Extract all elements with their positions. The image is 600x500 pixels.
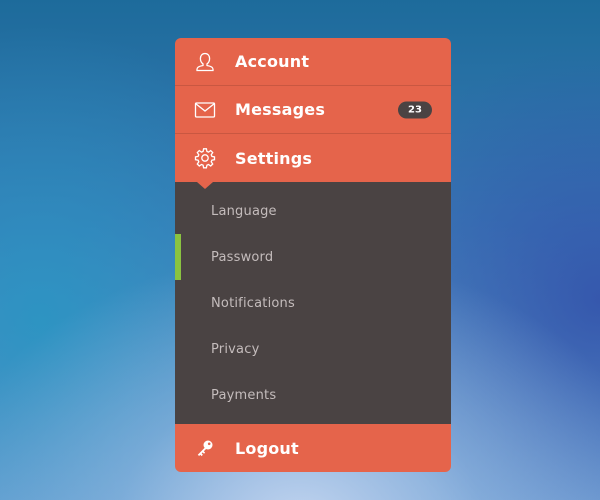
menu-item-messages[interactable]: Messages 23	[175, 86, 451, 134]
settings-label: Settings	[235, 148, 313, 168]
password-label: Password	[211, 249, 274, 265]
messages-count-badge: 23	[398, 101, 432, 118]
navigation-menu: Account Messages 23 Settings Language Pa…	[175, 38, 451, 472]
settings-submenu: Language Password Notifications Privacy …	[175, 182, 451, 424]
submenu-item-language[interactable]: Language	[175, 188, 451, 234]
submenu-item-payments[interactable]: Payments	[175, 372, 451, 418]
key-icon	[194, 437, 216, 459]
active-indicator	[175, 234, 181, 280]
menu-item-logout[interactable]: Logout	[175, 424, 451, 472]
gear-icon	[194, 147, 216, 169]
submenu-item-privacy[interactable]: Privacy	[175, 326, 451, 372]
envelope-icon	[194, 99, 216, 121]
messages-label: Messages	[235, 100, 326, 119]
user-icon	[194, 51, 216, 73]
notifications-label: Notifications	[211, 295, 295, 311]
privacy-label: Privacy	[211, 341, 260, 357]
submenu-item-password[interactable]: Password	[175, 234, 451, 280]
menu-item-settings[interactable]: Settings	[175, 134, 451, 189]
menu-item-account[interactable]: Account	[175, 38, 451, 86]
language-label: Language	[211, 203, 277, 219]
payments-label: Payments	[211, 387, 277, 403]
logout-label: Logout	[235, 438, 299, 458]
account-label: Account	[235, 52, 310, 71]
settings-caret	[197, 182, 213, 189]
submenu-item-notifications[interactable]: Notifications	[175, 280, 451, 326]
